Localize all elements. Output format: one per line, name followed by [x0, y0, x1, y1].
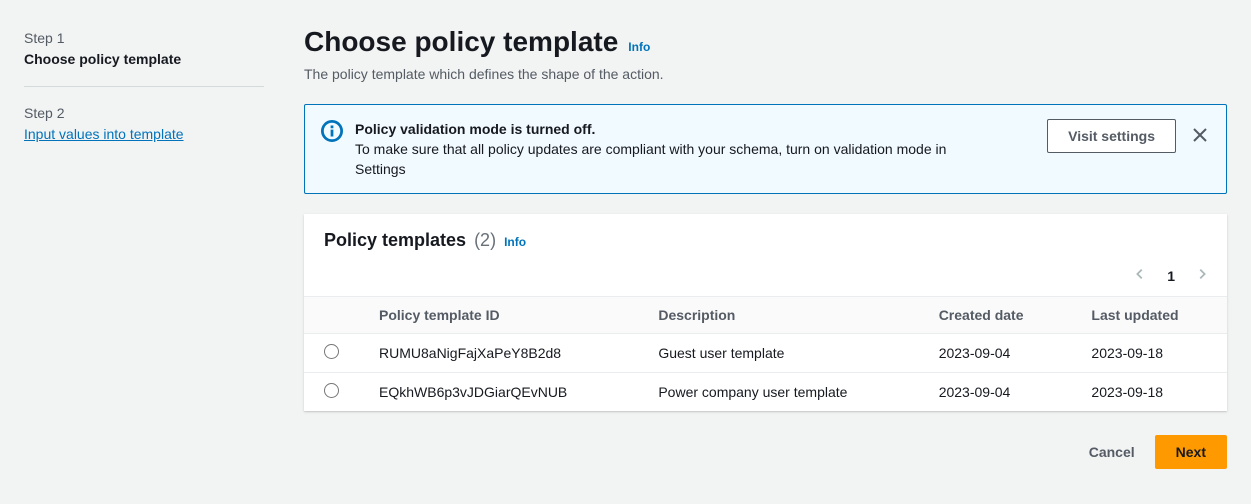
- step-1-title: Choose policy template: [24, 48, 264, 70]
- cell-description: Guest user template: [638, 334, 918, 373]
- cell-created: 2023-09-04: [919, 373, 1072, 412]
- step-2: Step 2 Input values into template: [24, 103, 264, 161]
- panel-title: Policy templates: [324, 230, 466, 251]
- wizard-steps-sidebar: Step 1 Choose policy template Step 2 Inp…: [24, 24, 264, 489]
- table-row: EQkhWB6p3vJDGiarQEvNUB Power company use…: [304, 373, 1227, 412]
- panel-count: (2): [474, 230, 496, 251]
- cell-created: 2023-09-04: [919, 334, 1072, 373]
- policy-templates-panel: Policy templates (2) Info 1: [304, 214, 1227, 411]
- page-info-link[interactable]: Info: [628, 40, 650, 54]
- validation-alert: Policy validation mode is turned off. To…: [304, 104, 1227, 194]
- cell-updated: 2023-09-18: [1071, 373, 1227, 412]
- page-header: Choose policy template Info The policy t…: [304, 24, 1227, 84]
- page-title: Choose policy template: [304, 24, 618, 60]
- panel-info-link[interactable]: Info: [504, 235, 526, 249]
- row-select-radio[interactable]: [324, 383, 339, 398]
- table-row: RUMU8aNigFajXaPeY8B2d8 Guest user templa…: [304, 334, 1227, 373]
- cancel-button[interactable]: Cancel: [1077, 435, 1147, 469]
- col-description: Description: [638, 297, 918, 334]
- alert-body: To make sure that all policy updates are…: [355, 139, 995, 179]
- pagination: 1: [304, 259, 1227, 296]
- step-2-label: Step 2: [24, 103, 264, 123]
- cell-id: EQkhWB6p3vJDGiarQEvNUB: [359, 373, 638, 412]
- policy-templates-table: Policy template ID Description Created d…: [304, 296, 1227, 411]
- cell-updated: 2023-09-18: [1071, 334, 1227, 373]
- cell-id: RUMU8aNigFajXaPeY8B2d8: [359, 334, 638, 373]
- step-1-label: Step 1: [24, 28, 264, 48]
- col-created: Created date: [919, 297, 1072, 334]
- pagination-next-button[interactable]: [1195, 267, 1209, 284]
- cell-description: Power company user template: [638, 373, 918, 412]
- wizard-footer: Cancel Next: [304, 431, 1227, 489]
- row-select-radio[interactable]: [324, 344, 339, 359]
- page-description: The policy template which defines the sh…: [304, 64, 1227, 84]
- col-select: [304, 297, 359, 334]
- main-content: Choose policy template Info The policy t…: [304, 24, 1227, 489]
- next-button[interactable]: Next: [1155, 435, 1227, 469]
- pagination-current: 1: [1167, 268, 1175, 284]
- col-id: Policy template ID: [359, 297, 638, 334]
- step-1: Step 1 Choose policy template: [24, 28, 264, 87]
- col-updated: Last updated: [1071, 297, 1227, 334]
- chevron-right-icon: [1195, 267, 1209, 284]
- info-icon: [321, 120, 343, 142]
- visit-settings-button[interactable]: Visit settings: [1047, 119, 1176, 153]
- chevron-left-icon: [1133, 267, 1147, 284]
- step-2-link[interactable]: Input values into template: [24, 126, 184, 142]
- close-icon: [1192, 127, 1208, 146]
- pagination-prev-button[interactable]: [1133, 267, 1147, 284]
- alert-title: Policy validation mode is turned off.: [355, 119, 1035, 139]
- alert-close-button[interactable]: [1190, 125, 1210, 148]
